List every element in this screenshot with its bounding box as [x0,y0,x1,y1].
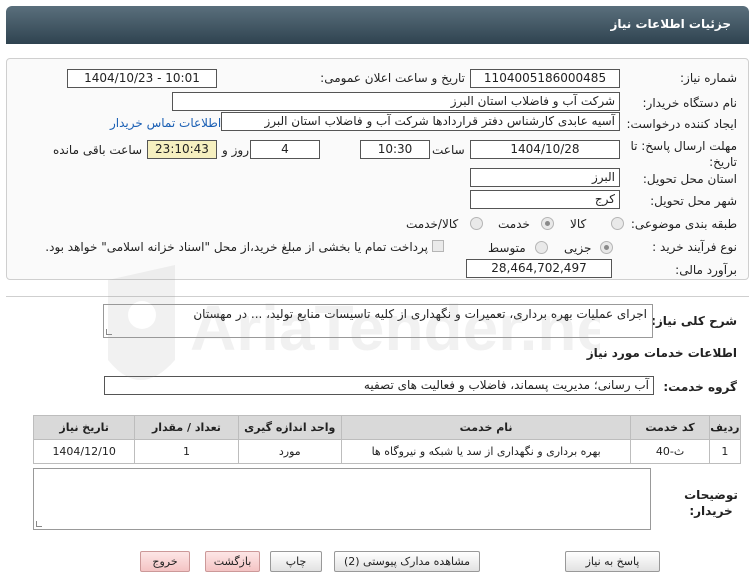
province-label: استان محل تحویل: [642,172,737,186]
announce-datetime-field[interactable]: 1404/10/23 - 10:01 [67,69,217,88]
process-option-medium: متوسط [488,241,526,255]
category-option-goods: کالا [570,217,587,231]
treasury-note: پرداخت تمام یا بخشی از مبلغ خرید،از محل … [45,240,428,254]
cell-need-date: 1404/12/10 [32,439,136,464]
city-label: شهر محل تحویل: [650,194,737,208]
service-group-field[interactable]: آب رسانی؛ مدیریت پسماند، فاضلاب و فعالیت… [104,376,654,395]
category-option-goods-service: کالا/خدمت [406,217,459,231]
buyer-contact-link[interactable]: اطلاعات تماس خریدار [110,116,221,130]
exit-button[interactable]: خروج [140,551,190,572]
table-row[interactable]: 1 ث-40 بهره برداری و نگهداری از سد یا شب… [32,439,742,464]
page-header: جزئیات اطلاعات نیاز [6,6,749,44]
resize-grip-icon[interactable] [36,521,42,527]
deadline-label: مهلت ارسال پاسخ: تا تاریخ: [630,139,737,169]
cell-service-name: بهره برداری و نگهداری از سد یا شبکه و نی… [340,439,632,464]
cell-unit: مورد [237,439,342,464]
city-field[interactable]: کرج [470,190,620,209]
buyer-notes-textarea[interactable] [33,468,651,530]
creator-field[interactable]: آسیه عابدی کارشناس دفتر قراردادها شرکت آ… [221,112,620,131]
days-label: روز و [222,143,249,157]
category-option-service: خدمت [498,217,530,231]
process-label: نوع فرآیند خرید : [652,240,737,254]
col-service-name: نام خدمت [340,415,632,440]
services-section-title: اطلاعات خدمات مورد نیاز [586,346,737,360]
category-radio-goods[interactable] [611,217,624,230]
need-number-field[interactable]: 1104005186000485 [470,69,620,88]
treasury-checkbox[interactable] [432,240,444,252]
table-header-row: ردیف کد خدمت نام خدمت واحد اندازه گیری ت… [32,415,742,440]
services-table: ردیف کد خدمت نام خدمت واحد اندازه گیری ت… [32,415,742,464]
category-radio-goods-service[interactable] [470,217,483,230]
buyer-notes-label: توضیحات خریدار: [684,488,738,518]
process-radio-minor[interactable] [600,241,613,254]
col-unit: واحد اندازه گیری [237,415,342,440]
deadline-time-label: ساعت [432,143,465,157]
back-button[interactable]: بازگشت [205,551,260,572]
creator-label: ایجاد کننده درخواست: [626,117,737,131]
col-service-code: کد خدمت [630,415,710,440]
process-option-minor: جزیی [564,241,592,255]
reply-button[interactable]: پاسخ به نیاز [565,551,660,572]
col-quantity: تعداد / مقدار [134,415,239,440]
cell-service-code: ث-40 [630,439,710,464]
category-label: طبقه بندی موضوعی: [630,217,737,231]
buyer-org-label: نام دستگاه خریدار: [642,96,738,110]
process-radio-medium[interactable] [535,241,548,254]
need-number-label: شماره نیاز: [680,71,737,85]
budget-field[interactable]: 28,464,702,497 [466,259,612,278]
category-radio-service[interactable] [541,217,554,230]
days-remaining-field[interactable]: 4 [250,140,320,159]
resize-grip-icon[interactable] [106,329,112,335]
cell-row-number: 1 [708,439,742,464]
summary-label: شرح کلی نیاز: [651,314,737,328]
cell-quantity: 1 [134,439,239,464]
buyer-org-field[interactable]: شرکت آب و فاضلاب استان البرز [172,92,620,111]
summary-textarea[interactable]: اجرای عملیات بهره برداری، تعمیرات و نگهد… [103,304,653,338]
page-title: جزئیات اطلاعات نیاز [610,17,731,31]
announce-label: تاریخ و ساعت اعلان عمومی: [320,71,465,85]
summary-text: اجرای عملیات بهره برداری، تعمیرات و نگهد… [193,307,647,321]
summary-divider [6,296,749,297]
remaining-time-label: ساعت باقی مانده [53,143,143,157]
deadline-date-field[interactable]: 1404/10/28 [470,140,620,159]
services-table-wrapper: ردیف کد خدمت نام خدمت واحد اندازه گیری ت… [32,415,742,464]
remaining-time-field: 23:10:43 [147,140,217,159]
print-button[interactable]: چاپ [270,551,322,572]
col-row-number: ردیف [708,415,742,440]
service-group-label: گروه خدمت: [663,380,737,394]
deadline-time-field[interactable]: 10:30 [360,140,430,159]
province-field[interactable]: البرز [470,168,620,187]
budget-label: برآورد مالی: [675,263,737,277]
col-need-date: تاریخ نیاز [32,415,136,440]
view-attachments-button[interactable]: مشاهده مدارک پیوستی (2) [334,551,480,572]
